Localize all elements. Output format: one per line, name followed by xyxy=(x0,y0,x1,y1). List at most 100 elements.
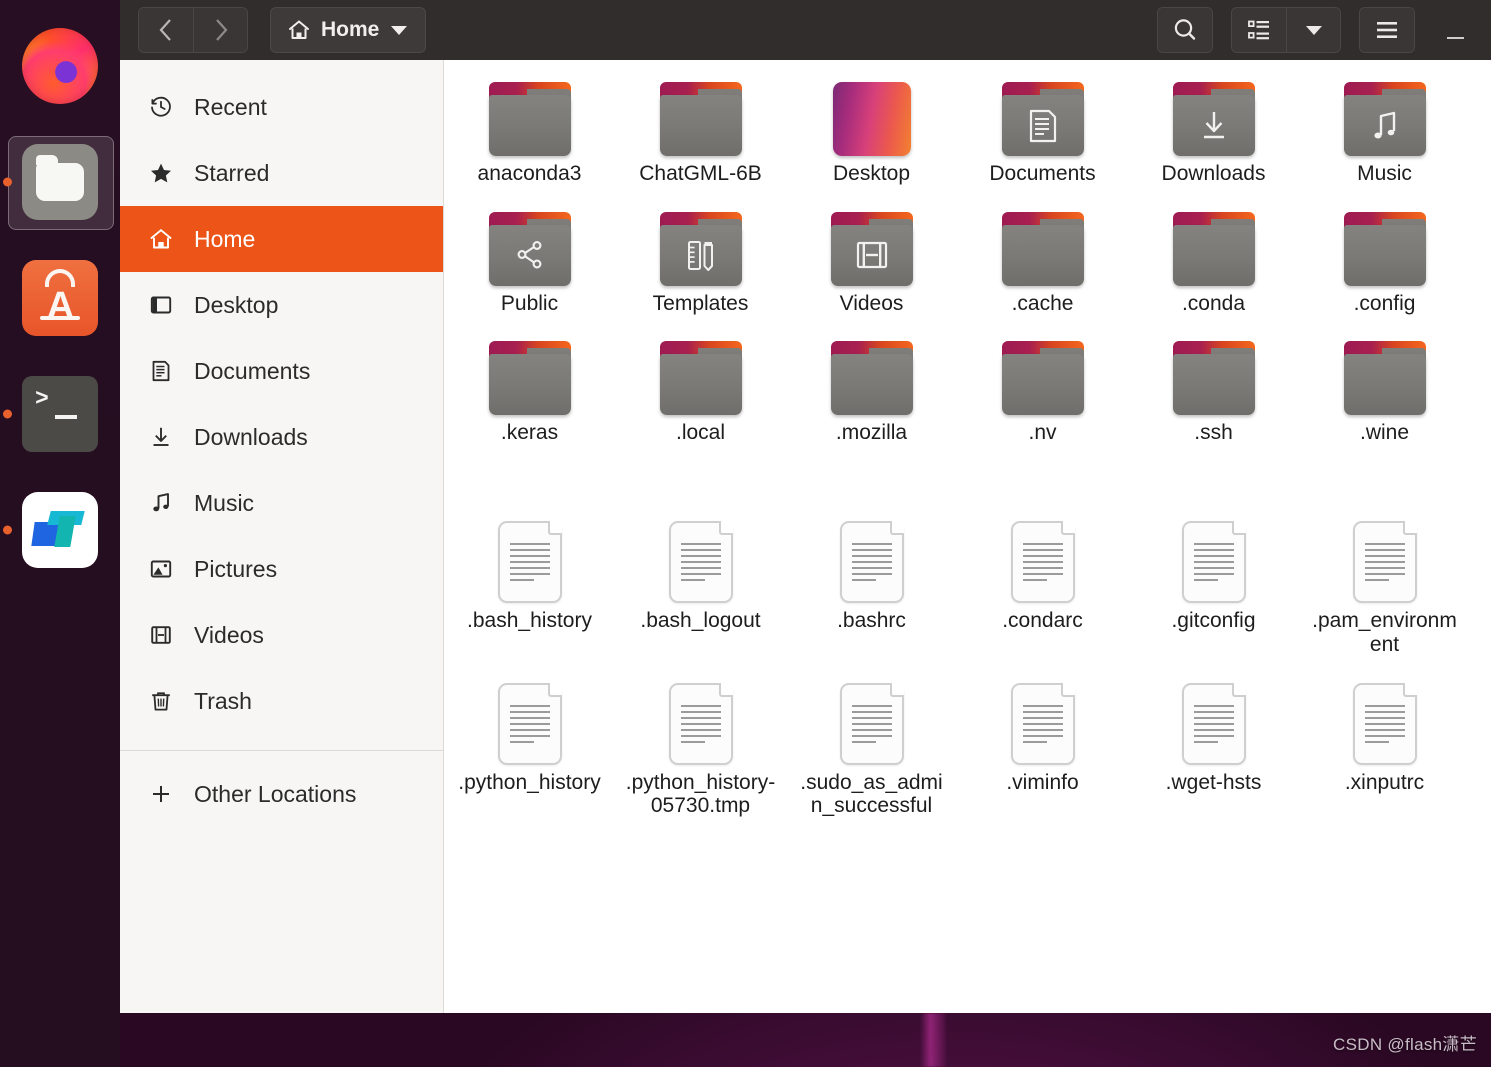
sidebar-item-recent[interactable]: Recent xyxy=(120,74,443,140)
file-item-bashrc[interactable]: .bashrc xyxy=(786,517,957,656)
file-item-condarc[interactable]: .condarc xyxy=(957,517,1128,656)
sidebar-item-trash[interactable]: Trash xyxy=(120,668,443,734)
sidebar-item-other-locations[interactable]: Other Locations xyxy=(120,761,443,827)
file-item-downloads[interactable]: Downloads xyxy=(1128,78,1299,186)
folder-icon xyxy=(1343,211,1426,286)
blue-app-icon xyxy=(22,492,98,568)
main-menu-button[interactable] xyxy=(1360,8,1414,52)
sidebar-item-music[interactable]: Music xyxy=(120,470,443,536)
file-label: .pam_environment xyxy=(1312,609,1457,656)
window-body: Recent Starred Home Desktop Documents Do… xyxy=(120,60,1491,1013)
sidebar-item-desktop[interactable]: Desktop xyxy=(120,272,443,338)
sidebar-item-label: Trash xyxy=(194,687,252,714)
template-emblem-icon xyxy=(686,238,716,272)
forward-button[interactable] xyxy=(193,8,247,52)
file-item-local[interactable]: .local xyxy=(615,337,786,445)
folder-icon xyxy=(1172,82,1255,156)
file-label: .sudo_as_admin_successful xyxy=(800,770,943,818)
running-indicator-dot xyxy=(3,409,12,419)
file-item-cache[interactable]: .cache xyxy=(957,208,1128,316)
download-emblem-icon xyxy=(1199,109,1229,143)
file-item-public[interactable]: Public xyxy=(444,208,615,316)
file-item-documents[interactable]: Documents xyxy=(957,78,1128,186)
wallpaper-light-streak xyxy=(920,1013,946,1067)
back-button[interactable] xyxy=(139,8,193,52)
sidebar-divider xyxy=(120,750,443,751)
folder-icon xyxy=(488,211,571,286)
file-label: .condarc xyxy=(1002,609,1083,633)
minimize-icon xyxy=(1446,37,1464,39)
text-file-icon xyxy=(839,521,904,604)
film-emblem-icon xyxy=(855,240,889,270)
sidebar-item-downloads[interactable]: Downloads xyxy=(120,404,443,470)
file-item-videos[interactable]: Videos xyxy=(786,208,957,316)
folder-icon xyxy=(659,211,742,286)
view-options-dropdown-button[interactable] xyxy=(1286,8,1340,52)
list-view-icon xyxy=(1248,20,1269,40)
file-item-conda[interactable]: .conda xyxy=(1128,208,1299,316)
file-label: Music xyxy=(1357,162,1412,185)
file-item-xinputrc[interactable]: .xinputrc xyxy=(1299,679,1470,818)
documents-icon xyxy=(148,358,174,384)
sidebar-item-pictures[interactable]: Pictures xyxy=(120,536,443,602)
search-button[interactable] xyxy=(1158,8,1212,52)
home-icon xyxy=(148,226,174,252)
folder-icon xyxy=(830,341,913,416)
grid-section-gap xyxy=(444,445,1491,517)
file-item-gitconfig[interactable]: .gitconfig xyxy=(1128,517,1299,656)
file-item-chatgml-6b[interactable]: ChatGML-6B xyxy=(615,78,786,186)
minimize-button[interactable] xyxy=(1433,7,1477,53)
view-controls-group xyxy=(1231,7,1341,53)
file-item-sudo-as-admin-successful[interactable]: .sudo_as_admin_successful xyxy=(786,679,957,818)
folder-icon xyxy=(1343,82,1426,156)
path-label: Home xyxy=(321,18,380,41)
file-item-pam-environment[interactable]: .pam_environment xyxy=(1299,517,1470,656)
sidebar-item-starred[interactable]: Starred xyxy=(120,140,443,206)
file-item-python-history[interactable]: .python_history xyxy=(444,679,615,818)
share-emblem-icon xyxy=(514,239,546,271)
file-item-ssh[interactable]: .ssh xyxy=(1128,337,1299,445)
file-item-anaconda3[interactable]: anaconda3 xyxy=(444,78,615,186)
file-item-bash-logout[interactable]: .bash_logout xyxy=(615,517,786,656)
file-item-viminfo[interactable]: .viminfo xyxy=(957,679,1128,818)
dock-item-terminal[interactable]: > xyxy=(0,356,120,472)
file-item-wget-hsts[interactable]: .wget-hsts xyxy=(1128,679,1299,818)
file-label: .keras xyxy=(500,421,559,445)
text-file-icon xyxy=(1352,521,1417,604)
folder-icon xyxy=(1001,82,1084,156)
path-bar-home[interactable]: Home xyxy=(270,7,427,53)
file-item-desktop[interactable]: Desktop xyxy=(786,78,957,186)
dock-item-firefox[interactable] xyxy=(0,8,120,124)
file-item-mozilla[interactable]: .mozilla xyxy=(786,337,957,445)
sidebar-item-home[interactable]: Home xyxy=(120,206,443,272)
file-label: .wget-hsts xyxy=(1165,770,1262,794)
file-item-music[interactable]: Music xyxy=(1299,78,1470,186)
plus-icon xyxy=(148,781,174,807)
file-item-nv[interactable]: .nv xyxy=(957,337,1128,445)
file-item-python-history-tmp[interactable]: .python_history-05730.tmp xyxy=(615,679,786,818)
text-file-icon xyxy=(497,682,562,765)
file-label: .xinputrc xyxy=(1344,770,1425,794)
header-actions xyxy=(1157,7,1477,53)
file-grid-row: .python_history .python_history-05730.tm… xyxy=(444,679,1491,818)
file-item-keras[interactable]: .keras xyxy=(444,337,615,445)
dock-item-files[interactable] xyxy=(0,124,120,240)
sidebar-item-documents[interactable]: Documents xyxy=(120,338,443,404)
dock-item-blue-app[interactable] xyxy=(0,472,120,588)
file-grid[interactable]: anaconda3 ChatGML-6B Desktop Documents D… xyxy=(444,60,1491,1013)
file-item-config[interactable]: .config xyxy=(1299,208,1470,316)
file-item-bash-history[interactable]: .bash_history xyxy=(444,517,615,656)
film-icon xyxy=(148,622,174,648)
sidebar-item-videos[interactable]: Videos xyxy=(120,602,443,668)
file-item-templates[interactable]: Templates xyxy=(615,208,786,316)
list-view-button[interactable] xyxy=(1232,8,1286,52)
running-indicator-dot xyxy=(3,177,12,187)
music-emblem-icon xyxy=(1370,110,1400,142)
file-label: .local xyxy=(675,421,726,445)
file-label: Documents xyxy=(989,162,1096,185)
file-item-wine[interactable]: .wine xyxy=(1299,337,1470,445)
file-label: .ssh xyxy=(1194,421,1233,445)
navigation-buttons xyxy=(138,7,248,53)
dock-item-ubuntu-software[interactable]: A xyxy=(0,240,120,356)
sidebar-item-label: Documents xyxy=(194,357,311,384)
